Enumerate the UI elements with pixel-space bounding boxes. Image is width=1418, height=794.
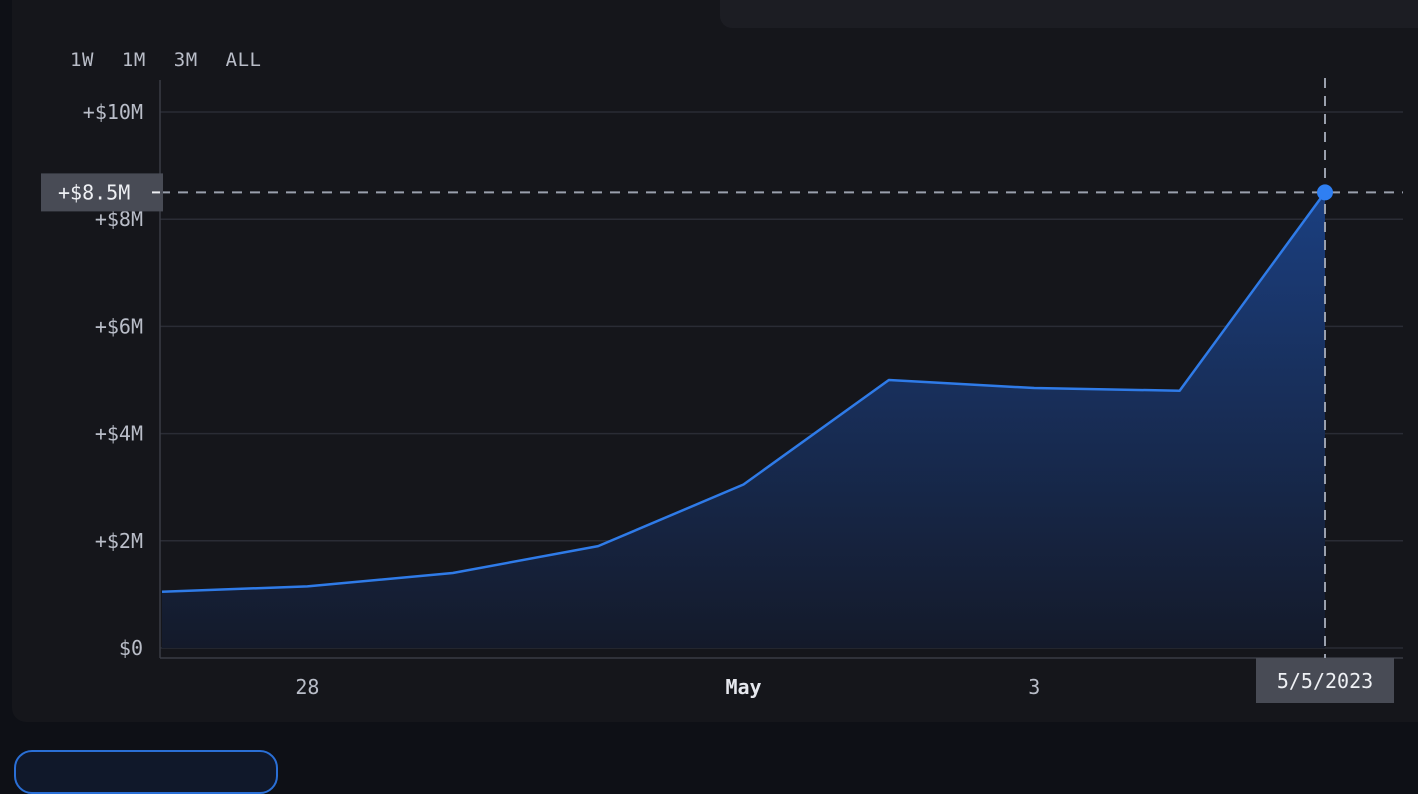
y-tick-label-0: $0 xyxy=(119,636,143,660)
pnl-area-chart[interactable]: $0+$2M+$4M+$6M+$8M+$10M28May3 +$8.5M5/5/… xyxy=(0,0,1418,768)
crosshair-marker xyxy=(1317,184,1333,200)
x-tick-label-2: 3 xyxy=(1028,675,1040,699)
crosshair-y-label: +$8.5M xyxy=(58,180,130,204)
bottom-action-button[interactable] xyxy=(14,750,278,794)
x-tick-label-0: 28 xyxy=(295,675,319,699)
crosshair-x-label: 5/5/2023 xyxy=(1277,669,1373,693)
area-fill xyxy=(162,192,1325,648)
y-tick-label-5: +$10M xyxy=(83,100,143,124)
x-tick-label-1: May xyxy=(725,675,761,699)
y-tick-label-2: +$4M xyxy=(95,422,143,446)
y-tick-label-3: +$6M xyxy=(95,314,143,338)
y-tick-label-1: +$2M xyxy=(95,529,143,553)
area-series xyxy=(162,192,1325,648)
